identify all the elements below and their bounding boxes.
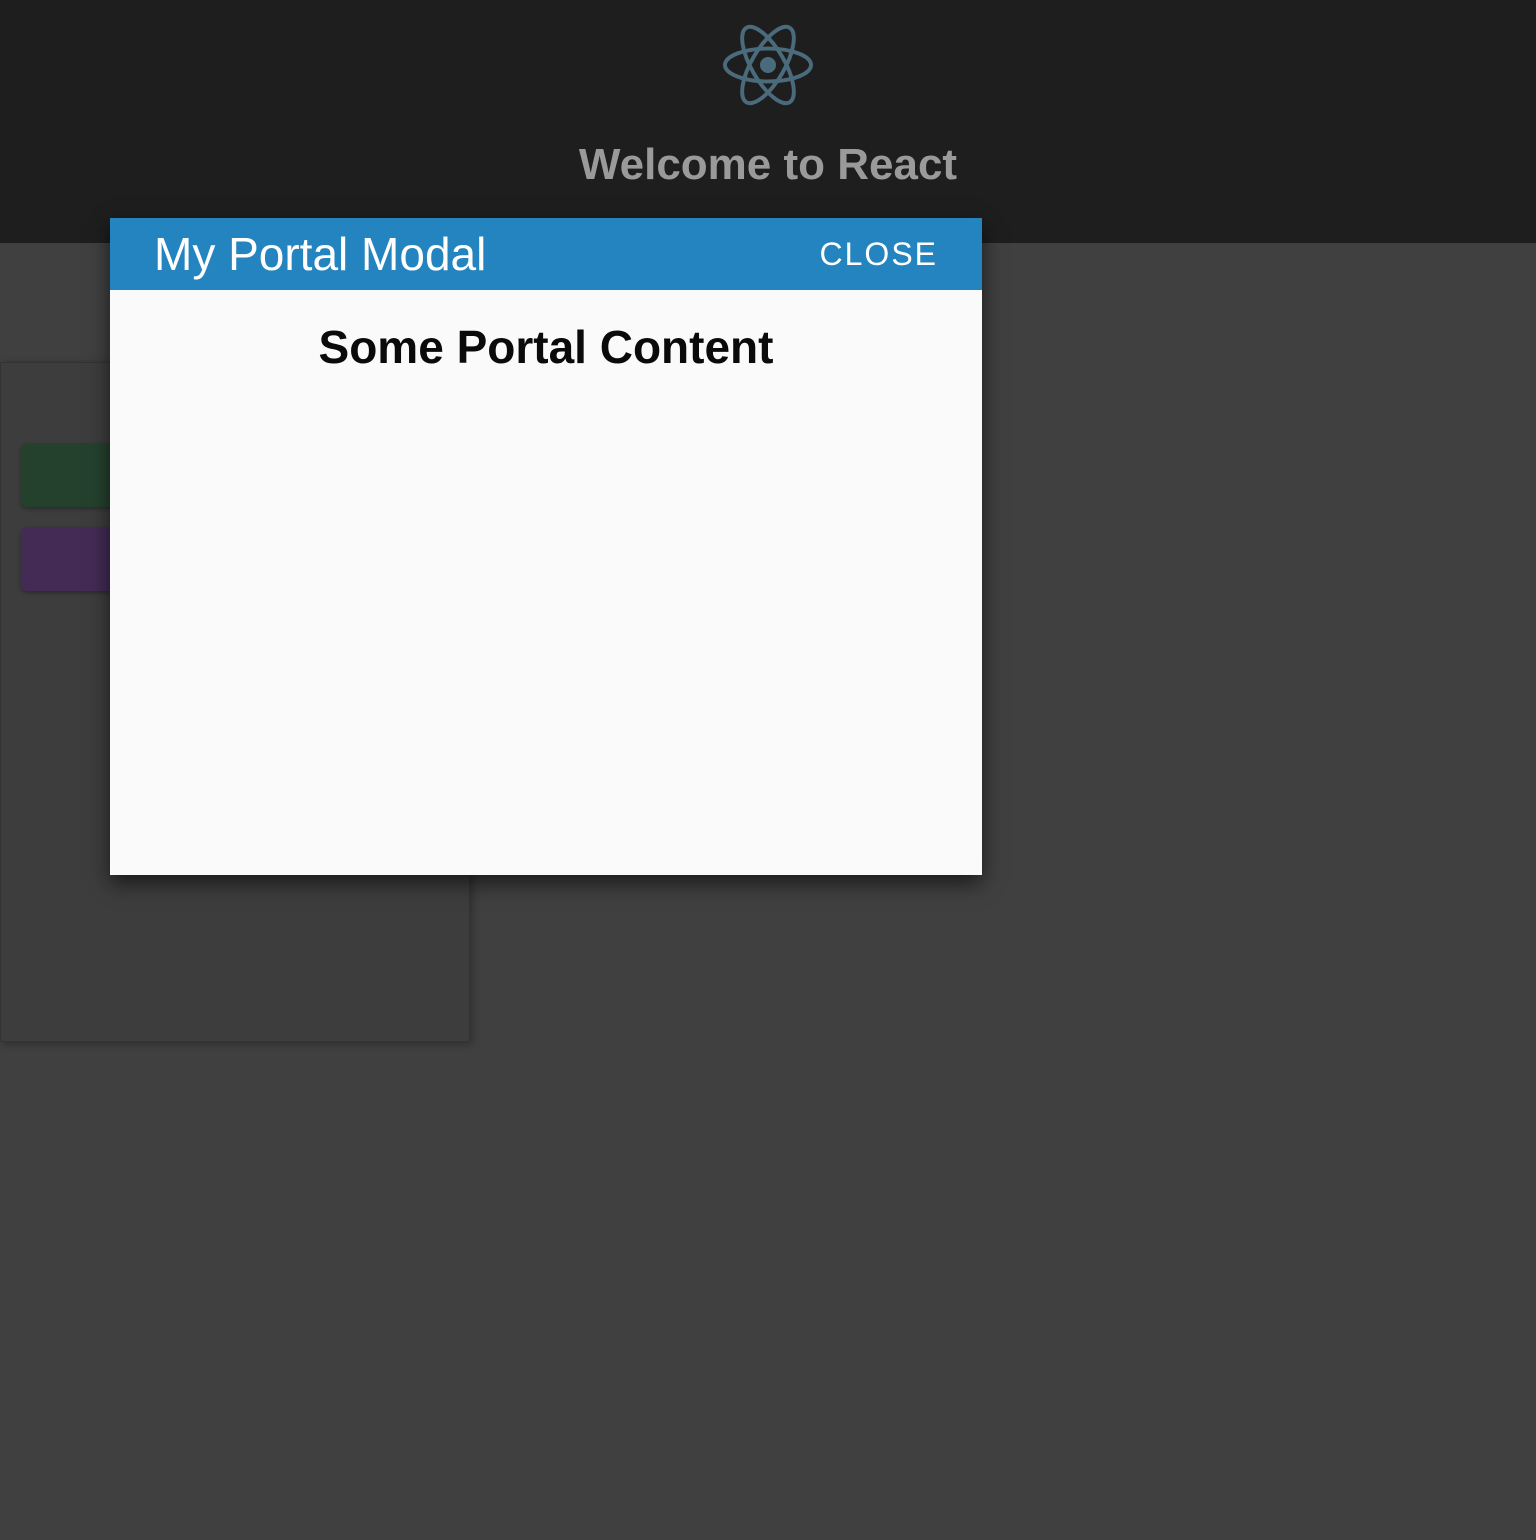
modal-header: My Portal Modal CLOSE: [110, 218, 982, 290]
modal-title: My Portal Modal: [154, 227, 486, 281]
close-button[interactable]: CLOSE: [820, 236, 938, 273]
modal-content-heading: Some Portal Content: [110, 320, 982, 374]
app-background: Welcome to React My Portal Modal CLOSE S…: [0, 0, 1536, 1540]
modal-body: Some Portal Content: [110, 290, 982, 374]
modal-overlay[interactable]: My Portal Modal CLOSE Some Portal Conten…: [0, 0, 1536, 1540]
portal-modal: My Portal Modal CLOSE Some Portal Conten…: [110, 218, 982, 875]
